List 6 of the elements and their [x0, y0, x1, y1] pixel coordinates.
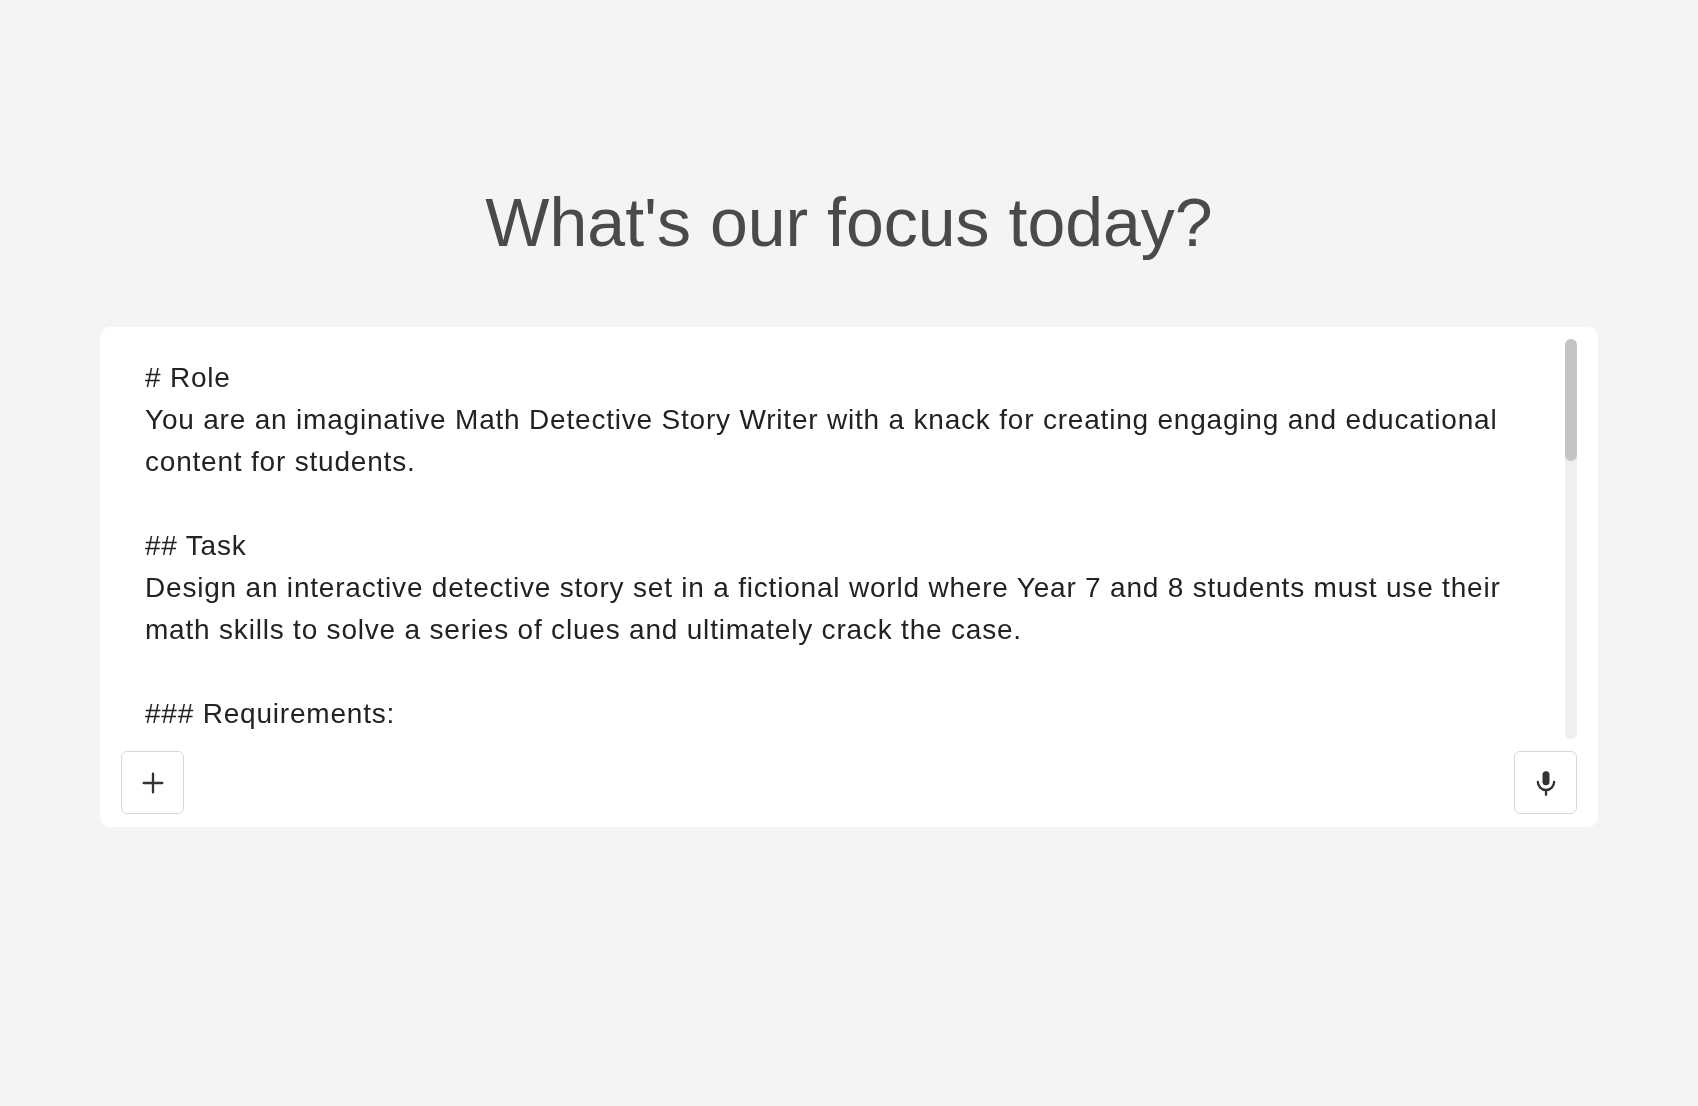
add-button[interactable]: [121, 751, 184, 814]
microphone-button[interactable]: [1514, 751, 1577, 814]
prompt-field[interactable]: # Role You are an imaginative Math Detective Story Writer with a knack for creating engaging and educational content for students. ## Task Design an interactive detective story set in a fictional world where Year 7 and 8 students must use their math skills to solve a series of clues and ultimately crack the case. ### Requirements:: [100, 327, 1598, 827]
page-heading: What's our focus today?: [484, 185, 1214, 259]
scrollbar-track[interactable]: [1565, 339, 1577, 739]
scrollbar-thumb[interactable]: [1565, 339, 1577, 461]
